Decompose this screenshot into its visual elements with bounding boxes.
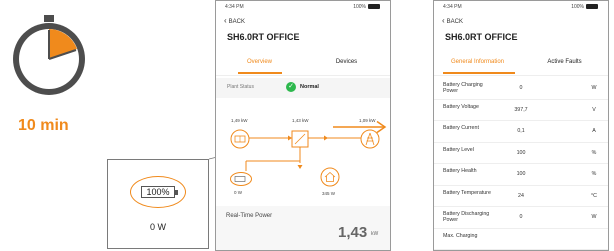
row-name: Battery Health bbox=[443, 168, 477, 174]
row-unit: °C bbox=[591, 192, 597, 199]
row-value: 0 bbox=[519, 214, 523, 220]
status-bar: 4:34 PM 100% bbox=[434, 1, 608, 13]
tab-overview[interactable]: Overview bbox=[216, 59, 303, 65]
row-unit: % bbox=[591, 171, 597, 177]
inverter-icon bbox=[290, 129, 310, 154]
row-value: 100 bbox=[516, 149, 526, 156]
duration-label: 10 min bbox=[18, 117, 69, 134]
realtime-power-card: Real-Time Power 1,43 kW bbox=[216, 206, 390, 250]
battery-zoom-callout: 100% 0 W bbox=[107, 159, 209, 249]
row-name: Battery Level bbox=[443, 146, 474, 153]
battery-icon bbox=[586, 4, 598, 10]
row-name: Battery Current bbox=[443, 125, 479, 131]
active-tab-indicator bbox=[238, 72, 282, 74]
home-load-icon bbox=[320, 167, 340, 192]
row-value: 100 bbox=[516, 171, 526, 177]
tab-general-information[interactable]: General Information bbox=[434, 59, 521, 65]
table-row: Battery Temperature 24 °C bbox=[434, 186, 608, 207]
row-name: Battery Charging Power bbox=[443, 82, 483, 95]
right-arrow-icon bbox=[333, 120, 387, 134]
plant-status-label: Plant Status bbox=[227, 84, 254, 90]
detail-phone-screen: 4:34 PM 100% ‹ BACK SH6.0RT OFFICE Genera… bbox=[433, 0, 609, 251]
status-battery: 100% bbox=[571, 4, 598, 10]
row-unit: W bbox=[591, 214, 597, 220]
row-unit: A bbox=[592, 128, 596, 134]
battery-icon bbox=[368, 4, 380, 10]
info-table: Battery Charging Power 0 W Battery Volta… bbox=[434, 78, 608, 250]
active-tab-indicator bbox=[443, 72, 515, 74]
table-row: Battery Health 100 % bbox=[434, 164, 608, 186]
row-value: 0,1 bbox=[517, 128, 525, 134]
table-row: Battery Current 0,1 A bbox=[434, 121, 608, 143]
tab-active-faults[interactable]: Active Faults bbox=[521, 59, 608, 65]
status-bar: 4:34 PM 100% bbox=[216, 1, 390, 13]
inverter-power-value: 1,43 kW bbox=[292, 118, 309, 123]
realtime-power-label: Real-Time Power bbox=[226, 213, 273, 219]
table-row: Battery Charging Power 0 W bbox=[434, 78, 608, 100]
plant-status-row: Plant Status ✓ Normal bbox=[216, 78, 390, 98]
status-time: 4:34 PM bbox=[225, 4, 244, 10]
table-row: Max. Charging bbox=[434, 229, 608, 250]
table-row: Battery Voltage 397,7 V bbox=[434, 100, 608, 121]
row-unit: V bbox=[592, 106, 596, 113]
row-unit: % bbox=[591, 149, 597, 156]
tab-bar: General Information Active Faults bbox=[434, 56, 608, 76]
chevron-left-icon: ‹ bbox=[442, 16, 445, 25]
battery-highlight-ring: 100% bbox=[130, 176, 186, 208]
load-power-value: 345 W bbox=[322, 191, 336, 196]
row-name: Battery Discharging Power bbox=[443, 211, 490, 224]
status-battery-text: 100% bbox=[571, 4, 584, 10]
pv-power-value: 1,49 kW bbox=[231, 118, 248, 123]
status-battery-text: 100% bbox=[353, 4, 366, 10]
realtime-power-unit: kW bbox=[371, 231, 379, 237]
row-value: 0 bbox=[519, 85, 523, 91]
status-battery: 100% bbox=[353, 4, 380, 10]
status-time: 4:34 PM bbox=[443, 4, 462, 10]
row-value: 24 bbox=[518, 192, 524, 199]
realtime-power-value: 1,43 bbox=[338, 224, 368, 241]
page-title: SH6.0RT OFFICE bbox=[445, 32, 518, 42]
row-unit: W bbox=[591, 85, 597, 91]
page-title: SH6.0RT OFFICE bbox=[227, 32, 300, 42]
back-label: BACK bbox=[446, 19, 464, 25]
pv-panel-icon bbox=[230, 129, 250, 154]
back-label: BACK bbox=[228, 19, 246, 25]
row-value: 397,7 bbox=[514, 106, 528, 113]
stopwatch-icon bbox=[13, 15, 85, 95]
battery-icon bbox=[230, 172, 252, 191]
battery-cap-icon bbox=[175, 190, 178, 195]
back-button[interactable]: ‹ BACK bbox=[224, 16, 245, 25]
tab-bar: Overview Devices bbox=[216, 56, 390, 76]
row-name: Max. Charging bbox=[443, 232, 478, 239]
plant-status-value: Normal bbox=[300, 84, 319, 90]
table-row: Battery Level 100 % bbox=[434, 143, 608, 164]
row-name: Battery Temperature bbox=[443, 189, 491, 196]
table-row: Battery Discharging Power 0 W bbox=[434, 207, 608, 229]
back-button[interactable]: ‹ BACK bbox=[442, 16, 463, 25]
row-name: Battery Voltage bbox=[443, 103, 479, 110]
chevron-left-icon: ‹ bbox=[224, 16, 227, 25]
tab-devices[interactable]: Devices bbox=[303, 59, 390, 65]
check-icon: ✓ bbox=[286, 82, 296, 92]
battery-level-label: 100% bbox=[141, 186, 175, 198]
battery-power-value: 0 W bbox=[234, 190, 243, 195]
battery-power-label: 0 W bbox=[149, 222, 166, 232]
